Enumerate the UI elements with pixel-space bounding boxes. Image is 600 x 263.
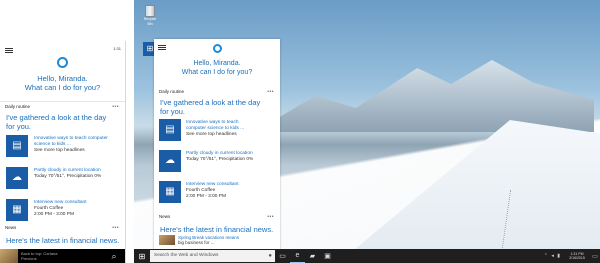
news-card-link[interactable]: Innovative ways to teach computer scienc… xyxy=(34,135,125,148)
notification-icon[interactable]: ▭ xyxy=(590,253,600,260)
daily-headline-line-1: I've gathered a look at the day xyxy=(160,98,261,107)
news-icon: ▤ xyxy=(159,119,181,141)
phone-status-time: 1:31 xyxy=(113,46,121,51)
calendar-icon: ▦ xyxy=(159,181,181,203)
daily-headline-line-1: I've gathered a look at the day xyxy=(6,113,107,122)
news-card-subtext[interactable]: See more top headlines xyxy=(186,132,280,138)
news-card[interactable]: ▤ Innovative ways to teach computer scie… xyxy=(0,135,125,163)
daily-headline: I've gathered a look at the day for you. xyxy=(154,98,280,116)
daily-routine-label: Daily routine xyxy=(5,104,31,109)
weather-card-subtext: Today 70°/51°, Precipitation 0% xyxy=(34,174,102,179)
news-section-header: News ••• xyxy=(0,223,125,233)
news-item[interactable]: Spring Break vacations means big busines… xyxy=(154,235,280,245)
phone-bottom-text: Back to top: Cortana Previous xyxy=(18,251,103,261)
calendar-card-time: 2:00 PM - 3:00 PM xyxy=(34,212,74,217)
wallpaper-mountains xyxy=(254,60,594,132)
greeting-line-2: What can I do for you? xyxy=(24,83,101,92)
news-label: News xyxy=(159,214,171,219)
phone-bottom-bar: Back to top: Cortana Previous ⌕ xyxy=(0,249,125,263)
start-button[interactable]: ⊞ xyxy=(134,249,150,263)
cortana-circle-icon xyxy=(57,57,68,68)
cortana-greeting: Hello, Miranda. What can I do for you? xyxy=(154,59,280,77)
calendar-card-time: 2:00 PM - 3:00 PM xyxy=(186,194,226,199)
news-card[interactable]: ▤ Innovative ways to teach computer scie… xyxy=(154,119,280,147)
news-card-subtext[interactable]: See more top headlines xyxy=(34,148,125,154)
recycle-bin[interactable]: Recycle Bin xyxy=(142,5,158,27)
hamburger-menu-icon[interactable] xyxy=(5,48,13,53)
search-placeholder: Search the Web and Windows xyxy=(154,253,219,258)
phone-news-section: News ••• Here's the latest in financial … xyxy=(0,223,125,245)
weather-card[interactable]: ☁ Partly cloudy in current location Toda… xyxy=(154,150,280,178)
recycle-bin-label: Recycle Bin xyxy=(143,17,157,26)
weather-icon: ☁ xyxy=(6,167,28,189)
news-label: News xyxy=(5,225,17,230)
desktop-screen: Recycle Bin ⊞ Hello, Miranda. What can I… xyxy=(134,0,600,263)
daily-routine-label: Daily routine xyxy=(159,89,185,94)
daily-routine-section: Daily routine ••• xyxy=(0,102,125,112)
news-icon: ▤ xyxy=(6,135,28,157)
store-icon[interactable]: ▣ xyxy=(320,249,335,263)
more-options-icon[interactable]: ••• xyxy=(267,87,274,97)
desktop-cortana-panel: Hello, Miranda. What can I do for you? D… xyxy=(154,39,280,250)
news-headline: Here's the latest in financial news. xyxy=(160,225,274,234)
browser-icon[interactable]: e xyxy=(290,249,305,263)
weather-card[interactable]: ☁ Partly cloudy in current location Toda… xyxy=(0,167,125,195)
taskbar: ⊞ Search the Web and Windows ● ▭ e ▰ ▣ ⌃… xyxy=(134,249,600,263)
greeting-line-1: Hello, Miranda. xyxy=(37,74,88,83)
weather-card-link[interactable]: Partly cloudy in current location xyxy=(34,167,125,174)
screenshot-stage: 1:31 Hello, Miranda. What can I do for y… xyxy=(0,0,600,263)
task-view-icon[interactable]: ▭ xyxy=(275,249,290,263)
news-thumbnail[interactable] xyxy=(0,249,18,263)
phone-cortana-panel: 1:31 Hello, Miranda. What can I do for y… xyxy=(0,41,126,263)
news-section-header: News ••• xyxy=(154,212,280,222)
cortana-circle-icon xyxy=(213,44,222,53)
daily-headline: I've gathered a look at the day for you. xyxy=(0,113,125,131)
system-tray-icons[interactable]: ⌃ ◂ ▮ xyxy=(544,253,564,259)
news-headline: Here's the latest in financial news. xyxy=(6,236,120,245)
hamburger-menu-icon[interactable] xyxy=(158,45,166,50)
news-more-options-icon[interactable]: ••• xyxy=(267,212,274,222)
cortana-news-section: News ••• Here's the latest in financial … xyxy=(154,212,280,245)
taskbar-clock[interactable]: 1:31 PM 2/16/2015 xyxy=(564,252,590,261)
microphone-icon[interactable]: ● xyxy=(268,250,272,262)
news-card-link[interactable]: Innovative ways to teach computer scienc… xyxy=(186,119,280,132)
phone-cortana-header: 1:31 Hello, Miranda. What can I do for y… xyxy=(0,41,125,102)
more-options-icon[interactable]: ••• xyxy=(112,102,119,112)
weather-card-link[interactable]: Partly cloudy in current location xyxy=(186,150,280,157)
calendar-icon: ▦ xyxy=(6,199,28,221)
news-item-text: Spring Break vacations means big busines… xyxy=(178,235,239,245)
greeting-line-1: Hello, Miranda. xyxy=(193,60,241,67)
phone-greeting: Hello, Miranda. What can I do for you? xyxy=(0,74,125,92)
daily-headline-line-2: for you. xyxy=(6,122,32,131)
greeting-line-2: What can I do for you? xyxy=(181,69,253,76)
cortana-header: Hello, Miranda. What can I do for you? xyxy=(154,39,280,87)
daily-headline-line-2: for you. xyxy=(160,107,186,116)
news-thumbnail xyxy=(159,235,175,245)
calendar-card[interactable]: ▦ Interview new consultant Fourth Coffee… xyxy=(154,181,280,209)
taskbar-search-box[interactable]: Search the Web and Windows ● xyxy=(150,250,275,262)
clock-date: 2/16/2015 xyxy=(569,256,585,260)
calendar-card-link[interactable]: Interview new consultant xyxy=(34,199,125,206)
search-icon[interactable]: ⌕ xyxy=(103,251,125,262)
news-more-options-icon[interactable]: ••• xyxy=(112,223,119,233)
recycle-bin-icon xyxy=(145,5,155,17)
news-item-subtitle: big business for ... xyxy=(178,240,215,245)
wallpaper-snow-slope xyxy=(354,120,600,250)
calendar-card-link[interactable]: Interview new consultant xyxy=(186,181,280,188)
weather-card-subtext: Today 70°/51°, Precipitation 0% xyxy=(186,157,254,162)
phone-bottom-text-line-2: Previous xyxy=(21,256,37,261)
file-explorer-icon[interactable]: ▰ xyxy=(305,249,320,263)
weather-icon: ☁ xyxy=(159,150,181,172)
daily-routine-section: Daily routine ••• xyxy=(154,87,280,97)
